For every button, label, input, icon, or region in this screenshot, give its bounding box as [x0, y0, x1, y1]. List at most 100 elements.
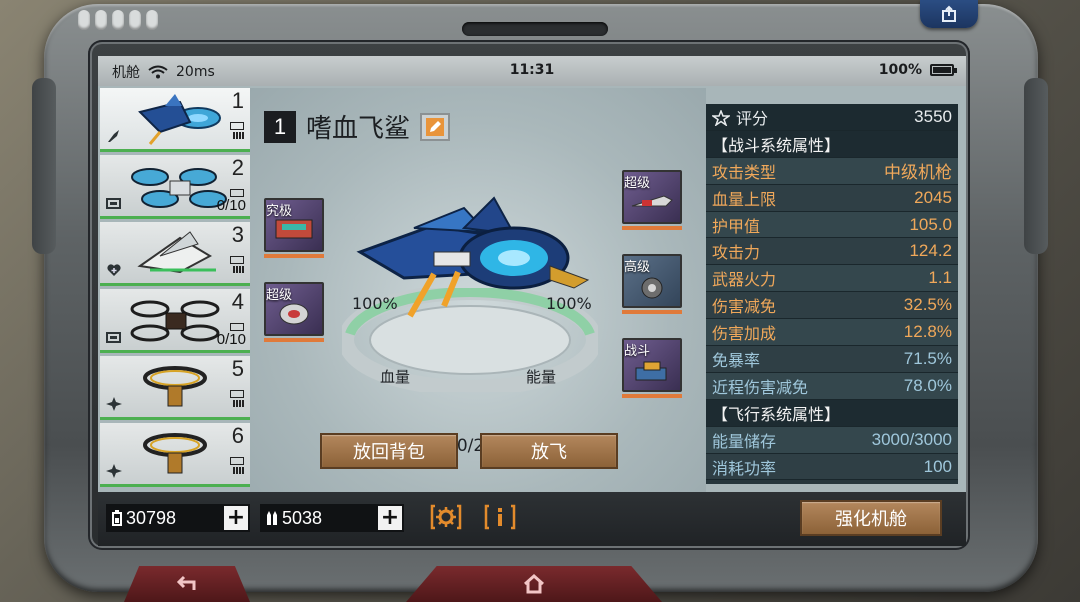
slot-battery-icon: [230, 256, 244, 264]
module-slot-advanced[interactable]: 高级: [622, 254, 682, 314]
battery-resource-value: 30798: [126, 507, 177, 528]
stat-value: 3550: [914, 106, 952, 126]
add-battery-button[interactable]: +: [224, 506, 248, 530]
ammo-resource: 5038 +: [260, 504, 404, 532]
stat-label-text: 攻击力: [712, 243, 761, 263]
stat-row: 近程伤害减免 78.0%: [706, 372, 958, 400]
dark-quad-drone-icon: [130, 300, 220, 342]
settings-button[interactable]: [430, 502, 462, 532]
gear-icon: [430, 504, 462, 530]
stat-row: 消耗功率 100: [706, 453, 958, 481]
stat-label: 攻击力: [712, 239, 760, 263]
drone-slot-4[interactable]: 4 0/10: [100, 289, 250, 353]
info-icon: [484, 504, 516, 530]
jet-drone-icon: [137, 231, 216, 274]
slot-ammo-icon: [233, 400, 244, 407]
stat-value: 3000/3000: [871, 429, 952, 449]
module-grade-label: 战斗: [624, 344, 651, 359]
frame-grip: [78, 10, 158, 30]
stat-row: 能量储存 3000/3000: [706, 426, 958, 454]
stat-label-text: 免暴率: [712, 350, 761, 370]
module-slot-super-right[interactable]: 超级: [622, 170, 682, 230]
stats-panel: 评分 3550 【战斗系统属性】 攻击类型 中级机枪 血量上限 2045 护甲值 105.0 攻击…: [706, 104, 958, 484]
status-bar: 机舱 20ms 11:31 100%: [98, 56, 966, 86]
drone-slot-1[interactable]: 1: [100, 88, 250, 152]
home-icon: [524, 573, 544, 594]
info-button[interactable]: [484, 502, 516, 532]
star-burst-icon: [106, 397, 122, 411]
stat-label: 能量储存: [712, 428, 776, 452]
slot-number: 4: [231, 289, 244, 314]
ammo-resource-value: 5038: [282, 507, 323, 528]
module-slot-combat[interactable]: 战斗: [622, 338, 682, 398]
battery-resource-icon: [112, 510, 122, 526]
rename-button[interactable]: [420, 112, 451, 141]
slot-number: 6: [231, 423, 244, 448]
stat-value: 32.5%: [903, 295, 952, 315]
launch-button[interactable]: 放飞: [480, 433, 618, 469]
score-row: 评分 3550: [706, 104, 958, 131]
stat-row: 免暴率 71.5%: [706, 346, 958, 373]
stat-label-text: 血量上限: [712, 189, 777, 209]
health-label: 血量: [380, 368, 411, 386]
stat-label: 攻击类型: [712, 159, 776, 183]
stat-value: 12.8%: [903, 322, 952, 342]
slot-battery-icon: [230, 323, 244, 331]
clock: 11:31: [509, 62, 555, 78]
drone-slot-5[interactable]: 5: [100, 356, 250, 420]
energy-percent: 100%: [546, 294, 592, 313]
stat-row: 攻击力 124.2: [706, 238, 958, 266]
slot-number: 1: [231, 88, 244, 113]
star-rating-icon: [710, 108, 732, 127]
exit-button[interactable]: [920, 0, 978, 28]
add-ammo-button[interactable]: +: [378, 506, 402, 530]
stat-label-text: 伤害加成: [712, 324, 777, 344]
hangar-screen: 机舱 20ms 11:31 100% 1 2 0/10 3 4 0/10 5 6…: [98, 56, 966, 546]
module-slot-super-left[interactable]: 超级: [264, 282, 324, 342]
drone-name: 嗜血飞鲨: [306, 114, 411, 144]
stat-row: 血量上限 2045: [706, 184, 958, 212]
star-burst-icon: [106, 464, 122, 478]
right-side-clip: [1024, 78, 1048, 254]
home-button[interactable]: [406, 566, 662, 602]
stat-label-text: 【飞行系统属性】: [712, 404, 841, 424]
battery-icon: [930, 64, 957, 76]
stat-value: 1.1: [928, 268, 952, 288]
stat-row: 伤害加成 12.8%: [706, 319, 958, 347]
stat-label-text: 伤害减免: [712, 297, 777, 317]
shark-drone-render: [356, 196, 590, 318]
store-in-bag-button[interactable]: 放回背包: [320, 433, 458, 469]
drone-slot-3[interactable]: 3: [100, 222, 250, 286]
stat-label-text: 评分: [736, 108, 769, 128]
module-grade-label: 究极: [266, 204, 293, 219]
module-slot-ultimate[interactable]: 究极: [264, 198, 324, 258]
battery-icon: [106, 198, 121, 209]
drone-detail-panel: 1 嗜血飞鲨 究极 超级 超级 高级 战斗 100% 100% 血量 能量 30…: [250, 88, 706, 492]
rotor-drone-icon: [143, 366, 207, 407]
stat-label: 消耗功率: [712, 455, 776, 479]
stat-label: 护甲值: [712, 213, 760, 237]
rocket-icon: [108, 130, 119, 142]
stat-label-text: 护甲值: [712, 216, 761, 236]
stat-label-text: 攻击类型: [712, 162, 777, 182]
drone-slot-list: 1 2 0/10 3 4 0/10 5 6: [100, 88, 250, 492]
stat-value: 78.0%: [903, 375, 952, 395]
energy-label: 能量: [526, 368, 557, 386]
stat-label-text: 消耗功率: [712, 458, 777, 478]
stat-label-text: 【战斗系统属性】: [712, 135, 841, 155]
combat-header: 【战斗系统属性】: [706, 130, 958, 158]
stat-value: 71.5%: [903, 348, 952, 368]
drone-slot-2[interactable]: 2 0/10: [100, 155, 250, 219]
pencil-icon: [426, 117, 445, 136]
back-button[interactable]: [124, 566, 250, 602]
slot-battery-icon: [230, 457, 244, 465]
battery-icon: [106, 332, 121, 343]
quad-drone-icon: [131, 168, 227, 208]
module-grade-label: 超级: [266, 288, 293, 303]
drone-slot-6[interactable]: 6: [100, 423, 250, 487]
slot-ammo-icon: [233, 266, 244, 273]
slot-count: 0/10: [216, 331, 246, 348]
rotor-drone-icon: [143, 433, 207, 474]
slot-number: 5: [231, 356, 244, 381]
upgrade-hangar-button[interactable]: 强化机舱: [800, 500, 942, 536]
